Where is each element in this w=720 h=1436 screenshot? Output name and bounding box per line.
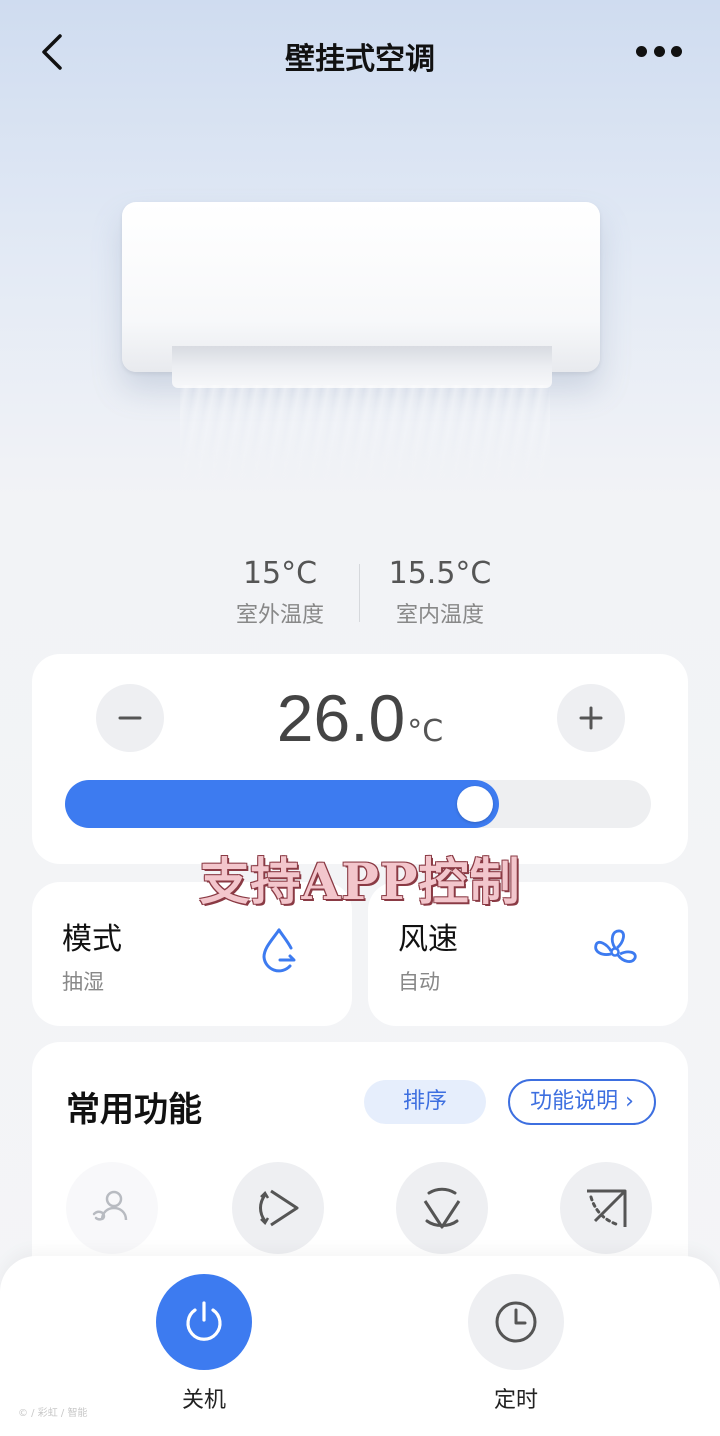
- page-title: 壁挂式空调: [285, 42, 435, 77]
- outdoor-temp-value: 15°C: [242, 556, 318, 591]
- set-temp-value: 26.0: [276, 681, 406, 755]
- plus-icon: [579, 706, 603, 730]
- ac-unit-vent: [172, 346, 552, 388]
- timer-label: 定时: [493, 1388, 538, 1413]
- temperature-control-card: 26.0°C: [32, 654, 688, 864]
- power-icon: [186, 1301, 222, 1341]
- sort-button[interactable]: 排序: [364, 1080, 486, 1124]
- air-conditioner-illustration: [0, 160, 720, 500]
- temperature-slider[interactable]: [65, 780, 651, 828]
- power-button-circle[interactable]: [156, 1274, 252, 1370]
- promo-overlay-text: 支持APP控制: [199, 852, 521, 911]
- slider-fill: [65, 780, 499, 828]
- power-button[interactable]: 关机: [156, 1274, 252, 1414]
- more-button[interactable]: [636, 44, 682, 58]
- mode-value: 抽湿: [62, 970, 104, 994]
- bottom-action-bar: 关机 定时: [0, 1256, 720, 1436]
- outdoor-temp-label: 室外温度: [235, 603, 324, 628]
- watermark: © / 彩虹 / 智能: [18, 1408, 88, 1419]
- swing-horizontal-icon: [259, 1189, 299, 1227]
- timer-button-circle[interactable]: [468, 1274, 564, 1370]
- swing-vertical-icon: [423, 1187, 461, 1229]
- function-help-button[interactable]: 功能说明 ›: [508, 1079, 656, 1125]
- clock-icon: [495, 1301, 537, 1343]
- timer-button[interactable]: 定时: [468, 1274, 564, 1414]
- slider-thumb[interactable]: [457, 786, 493, 822]
- functions-title: 常用功能: [66, 1090, 202, 1130]
- fan-icon: [594, 929, 637, 963]
- ambient-temperatures: 15°C 室外温度 15.5°C 室内温度: [0, 556, 720, 636]
- angle-airflow-icon: [587, 1189, 627, 1227]
- ac-airflow: [180, 385, 550, 485]
- function-angle-airflow[interactable]: [560, 1162, 652, 1254]
- more-dots-icon: [636, 45, 647, 57]
- fan-speed-value: 自动: [398, 970, 440, 994]
- power-label: 关机: [181, 1388, 226, 1413]
- function-person-airflow[interactable]: [66, 1162, 158, 1254]
- indoor-temp-label: 室内温度: [395, 603, 484, 628]
- person-airflow-icon: [92, 1190, 128, 1221]
- outdoor-temperature: 15°C 室外温度: [200, 556, 360, 629]
- fan-speed-title: 风速: [398, 922, 458, 957]
- indoor-temperature: 15.5°C 室内温度: [360, 556, 520, 629]
- function-horizontal-swing[interactable]: [232, 1162, 324, 1254]
- set-temp-unit: °C: [407, 714, 444, 749]
- dehumidify-drop-icon: [262, 928, 296, 973]
- navigation-bar: 壁挂式空调: [0, 0, 720, 108]
- increase-temp-button[interactable]: [557, 684, 625, 752]
- mode-title: 模式: [62, 922, 122, 957]
- function-vertical-swing[interactable]: [396, 1162, 488, 1254]
- indoor-temp-value: 15.5°C: [388, 556, 492, 591]
